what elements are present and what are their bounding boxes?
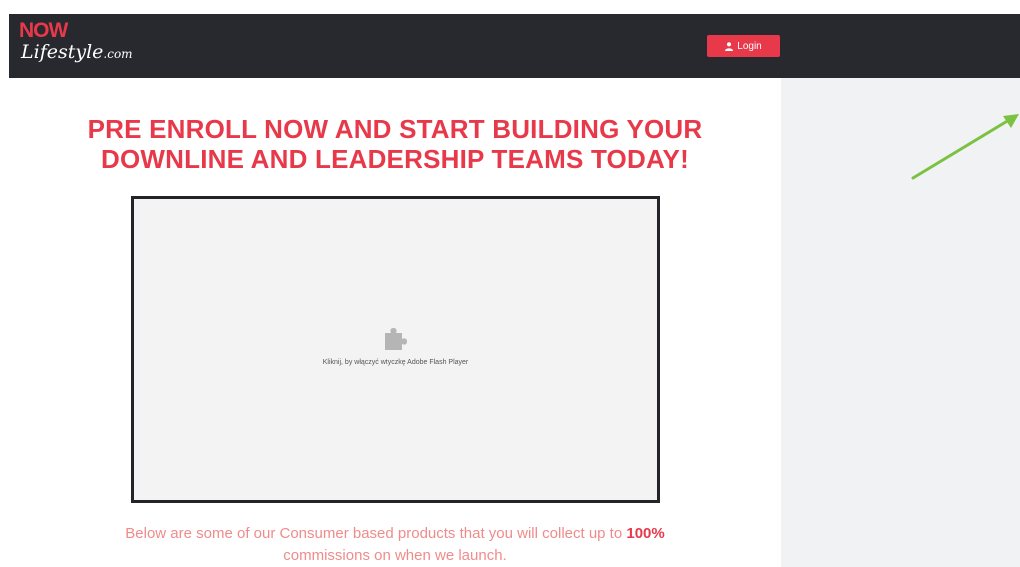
logo-lifestyle-text: Lifestyle.com [21,40,133,66]
products-intro-text: Below are some of our Consumer based pro… [95,523,695,567]
site-logo[interactable]: NOW Lifestyle.com [19,20,169,70]
page: NOW Lifestyle.com Login PRE ENROLL NOW A… [0,0,1020,567]
login-label: Login [737,40,762,52]
headline-line-2: DOWNLINE AND LEADERSHIP TEAMS TODAY! [101,144,689,174]
headline-line-1: PRE ENROLL NOW AND START BUILDING YOUR [87,114,703,144]
login-button[interactable]: Login [707,35,780,57]
logo-com-suffix: .com [103,47,133,61]
plugin-message[interactable]: Kliknij, by włączyć wtyczkę Adobe Flash … [134,359,657,366]
flash-video-placeholder[interactable]: Kliknij, by włączyć wtyczkę Adobe Flash … [131,196,660,503]
products-intro-before: Below are some of our Consumer based pro… [125,525,627,542]
top-header: NOW Lifestyle.com Login [9,14,1020,78]
logo-lifestyle-word: Lifestyle [21,41,104,63]
green-arrow-icon [911,114,1019,180]
puzzle-icon [385,328,407,350]
products-intro-after: commissions on when we launch. [283,547,507,564]
page-headline: PRE ENROLL NOW AND START BUILDING YOUR D… [9,114,781,174]
user-icon [725,41,734,51]
commission-percent: 100% [626,525,665,542]
logo-now-text: NOW [19,19,68,42]
main-content: PRE ENROLL NOW AND START BUILDING YOUR D… [9,78,781,567]
